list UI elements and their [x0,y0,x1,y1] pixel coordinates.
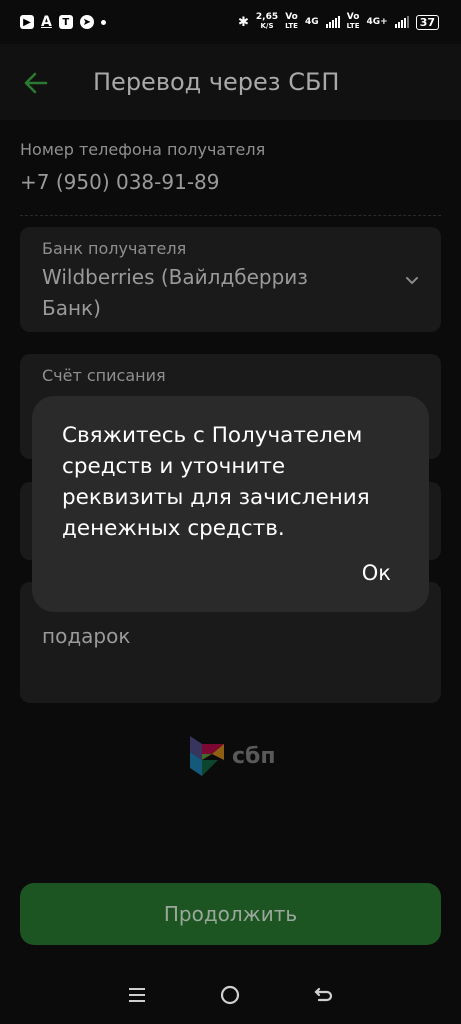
sbp-logo-text: сбп [232,743,276,769]
font-a-icon: A [41,14,52,30]
net-speed: 2,65 K/S [256,13,278,31]
dialog-message: Свяжитесь с Получателем средств и уточни… [62,420,412,544]
system-nav-bar [0,965,461,1024]
sim1-volte: Vo LTE [285,13,298,31]
status-bar: ▶ A T ➤ ✱ 2,65 K/S Vo LTE 4G Vo LTE 4G+ … [0,0,461,44]
dialog-message-line3: реквизиты для зачисления [62,485,370,510]
bank-select[interactable]: Банк получателя Wildberries (Вайлдберриз… [20,227,441,332]
back-icon[interactable] [310,981,338,1009]
page-title: Перевод через СБП [93,68,340,96]
continue-button-label: Продолжить [163,902,298,926]
battery-indicator: 37 [415,14,439,30]
youtube-icon: ▶ [20,15,34,29]
dialog-message-line1: Свяжитесь с Получателем [62,423,363,448]
status-bar-right: ✱ 2,65 K/S Vo LTE 4G Vo LTE 4G+ 37 [238,13,439,31]
sbp-logo: сбп [188,732,276,780]
telegram-icon: ➤ [79,15,94,29]
sim2-lte: LTE [346,22,360,30]
net-speed-value: 2,65 [255,12,279,22]
sim1-signal-icon [325,16,340,28]
bank-value-line2: Банк) [42,296,101,320]
status-bar-left: ▶ A T ➤ [20,14,106,30]
message-value: подарок [42,624,131,648]
notification-dot-icon [100,19,106,25]
divider [20,215,441,216]
sim2-signal-icon [394,16,409,28]
ok-button[interactable]: Ок [362,561,391,585]
continue-button[interactable]: Продолжить [20,883,441,945]
bluetooth-icon: ✱ [237,14,249,30]
back-arrow-icon[interactable] [22,70,48,96]
phone-value[interactable]: +7 (950) 038-91-89 [20,170,219,194]
sim2-volte: Vo LTE [347,13,360,31]
sim2-gen: 4G+ [366,16,388,27]
sim1-gen: 4G [304,16,319,27]
bank-label: Банк получателя [42,239,187,258]
sim1-lte: LTE [285,22,298,30]
sim1-vo: Vo [285,12,298,22]
dialog-message-line4: денежных средств. [62,516,285,541]
sim2-vo: Vo [346,12,360,22]
bank-value-line1: Wildberries (Вайлдберриз [42,265,308,289]
alert-dialog: Свяжитесь с Получателем средств и уточни… [32,396,429,612]
phone-label: Номер телефона получателя [20,140,266,159]
account-label: Счёт списания [42,366,166,385]
menu-icon[interactable] [123,981,151,1009]
home-icon[interactable] [216,981,244,1009]
net-speed-unit: K/S [260,22,274,30]
app-header: Перевод через СБП [0,44,461,120]
chevron-down-icon [406,277,418,285]
sbp-logo-icon [190,736,224,776]
dialog-message-line2: средств и уточните [62,454,286,479]
t-bank-icon: T [58,15,73,29]
